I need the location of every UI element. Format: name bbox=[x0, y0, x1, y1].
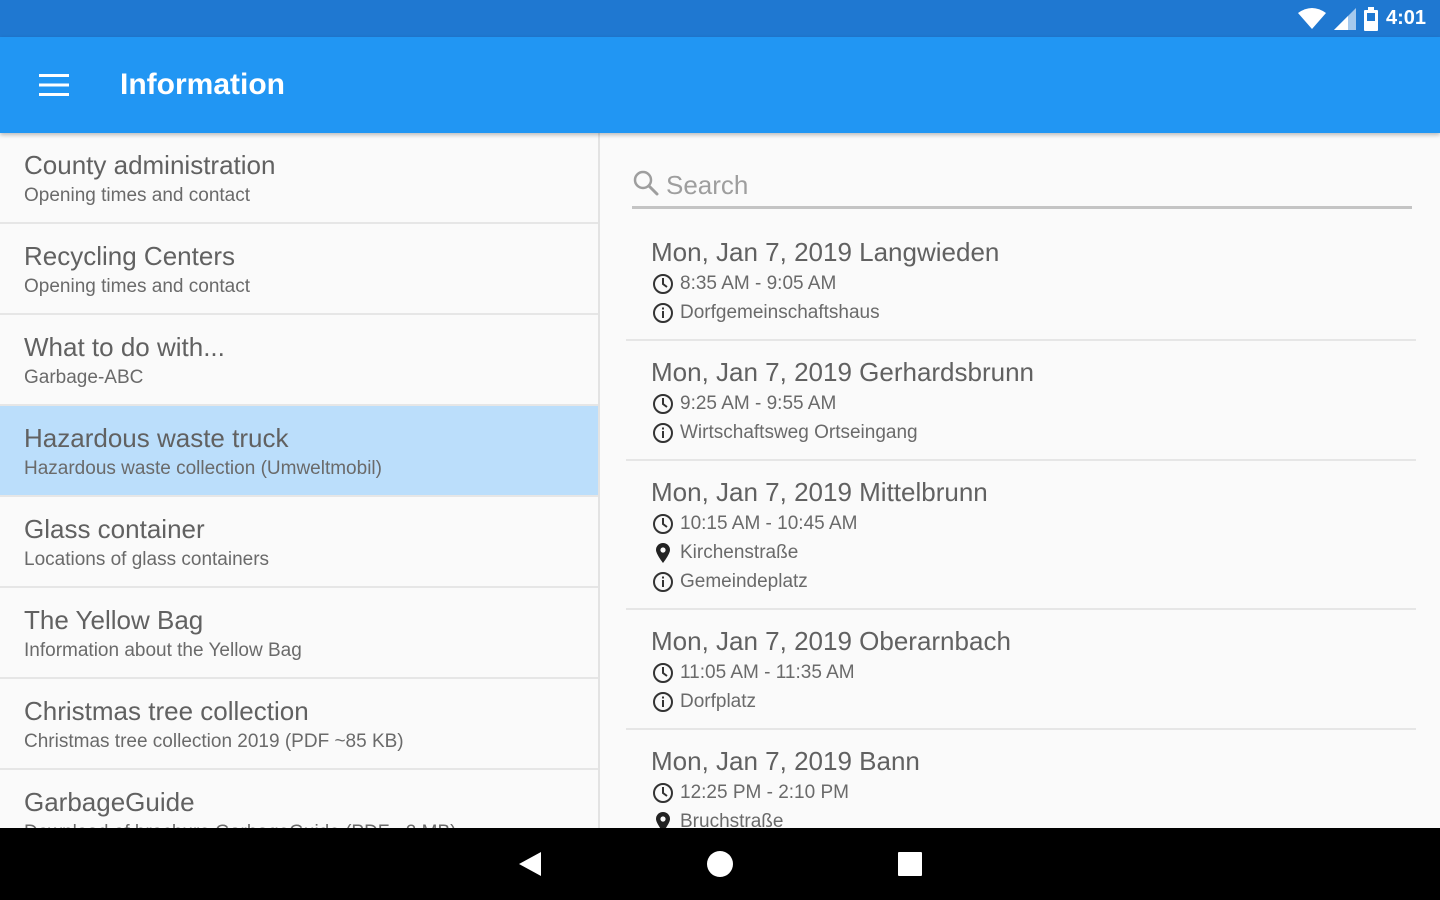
event-address-row: Kirchenstraße bbox=[651, 538, 1416, 567]
map-pin-icon bbox=[651, 541, 675, 565]
event-title: Mon, Jan 7, 2019 Langwieden bbox=[651, 237, 1000, 267]
sidebar-item-recycling-centers[interactable]: Recycling Centers Opening times and cont… bbox=[0, 224, 598, 315]
sidebar-item-title: Hazardous waste truck bbox=[24, 423, 289, 453]
wifi-icon bbox=[1297, 7, 1326, 30]
signal-icon bbox=[1333, 7, 1356, 30]
event-time-row: 10:15 AM - 10:45 AM bbox=[651, 509, 1416, 538]
event-title: Mon, Jan 7, 2019 Oberarnbach bbox=[651, 626, 1011, 656]
sidebar-item-yellow-bag[interactable]: The Yellow Bag Information about the Yel… bbox=[0, 588, 598, 679]
search-input[interactable] bbox=[666, 170, 1366, 201]
sidebar-item-title: The Yellow Bag bbox=[24, 605, 204, 635]
event-info-row: Dorfgemeinschaftshaus bbox=[651, 298, 1416, 327]
clock-icon bbox=[651, 781, 675, 805]
event-time-row: 11:05 AM - 11:35 AM bbox=[651, 658, 1416, 687]
event-address-row: Bruchstraße bbox=[651, 807, 1416, 828]
system-navigation-bar bbox=[0, 828, 1440, 900]
event-time: 10:15 AM - 10:45 AM bbox=[680, 513, 858, 534]
event-time: 11:05 AM - 11:35 AM bbox=[680, 662, 855, 683]
sidebar-item-subtitle: Information about the Yellow Bag bbox=[24, 640, 302, 661]
event-info: Dorfgemeinschaftshaus bbox=[680, 302, 880, 323]
event-title: Mon, Jan 7, 2019 Bann bbox=[651, 746, 920, 776]
status-bar: 4:01 bbox=[0, 0, 1440, 37]
event-time: 12:25 PM - 2:10 PM bbox=[680, 782, 849, 803]
sidebar-item-county-administration[interactable]: County administration Opening times and … bbox=[0, 133, 598, 224]
event-info-row: Dorfplatz bbox=[651, 687, 1416, 716]
info-icon bbox=[651, 570, 675, 594]
hamburger-menu-icon[interactable] bbox=[0, 37, 108, 133]
sidebar-item-hazardous-waste-truck[interactable]: Hazardous waste truck Hazardous waste co… bbox=[0, 406, 598, 497]
clock-icon bbox=[651, 512, 675, 536]
event-list: Mon, Jan 7, 2019 Langwieden 8:35 AM - 9:… bbox=[626, 221, 1416, 828]
sidebar-item-title: County administration bbox=[24, 150, 276, 180]
sidebar-item-subtitle: Garbage-ABC bbox=[24, 367, 144, 388]
clock-icon bbox=[651, 272, 675, 296]
event-time-row: 9:25 AM - 9:55 AM bbox=[651, 389, 1416, 418]
battery-icon bbox=[1363, 6, 1378, 31]
event-time: 8:35 AM - 9:05 AM bbox=[680, 273, 837, 294]
event-item[interactable]: Mon, Jan 7, 2019 Mittelbrunn 10:15 AM - … bbox=[626, 461, 1416, 610]
event-time-row: 8:35 AM - 9:05 AM bbox=[651, 269, 1416, 298]
recents-icon[interactable] bbox=[885, 839, 935, 889]
sidebar-item-glass-container[interactable]: Glass container Locations of glass conta… bbox=[0, 497, 598, 588]
sidebar-item-garbageguide[interactable]: GarbageGuide Download of brochure Garbag… bbox=[0, 770, 598, 828]
event-title: Mon, Jan 7, 2019 Gerhardsbrunn bbox=[651, 357, 1035, 387]
page-title: Information bbox=[120, 68, 285, 101]
sidebar: County administration Opening times and … bbox=[0, 133, 600, 828]
clock-icon bbox=[651, 392, 675, 416]
sidebar-item-subtitle: Download of brochure GarbageGuide (PDF ~… bbox=[24, 818, 574, 828]
info-icon bbox=[651, 690, 675, 714]
sidebar-item-title: Recycling Centers bbox=[24, 241, 235, 271]
info-icon bbox=[651, 301, 675, 325]
event-address: Bruchstraße bbox=[680, 811, 784, 828]
home-icon[interactable] bbox=[695, 839, 745, 889]
event-info: Dorfplatz bbox=[680, 691, 757, 712]
event-item[interactable]: Mon, Jan 7, 2019 Oberarnbach 11:05 AM - … bbox=[626, 610, 1416, 730]
event-info: Wirtschaftsweg Ortseingang bbox=[680, 422, 918, 443]
sidebar-item-subtitle: Opening times and contact bbox=[24, 185, 251, 206]
event-title: Mon, Jan 7, 2019 Mittelbrunn bbox=[651, 477, 988, 507]
search-bar bbox=[632, 165, 1412, 209]
sidebar-item-christmas-tree-collection[interactable]: Christmas tree collection Christmas tree… bbox=[0, 679, 598, 770]
sidebar-item-title: GarbageGuide bbox=[24, 787, 195, 817]
sidebar-item-title: What to do with... bbox=[24, 332, 225, 362]
event-info-row: Wirtschaftsweg Ortseingang bbox=[651, 418, 1416, 447]
event-item[interactable]: Mon, Jan 7, 2019 Langwieden 8:35 AM - 9:… bbox=[626, 221, 1416, 341]
event-info: Gemeindeplatz bbox=[680, 571, 808, 592]
event-info-row: Gemeindeplatz bbox=[651, 567, 1416, 596]
status-time: 4:01 bbox=[1385, 7, 1426, 29]
sidebar-item-what-to-do-with[interactable]: What to do with... Garbage-ABC bbox=[0, 315, 598, 406]
sidebar-item-title: Christmas tree collection bbox=[24, 696, 309, 726]
map-pin-icon bbox=[651, 810, 675, 828]
event-item[interactable]: Mon, Jan 7, 2019 Bann 12:25 PM - 2:10 PM… bbox=[626, 730, 1416, 828]
sidebar-item-subtitle: Hazardous waste collection (Umweltmobil) bbox=[24, 458, 382, 479]
sidebar-item-subtitle: Christmas tree collection 2019 (PDF ~85 … bbox=[24, 731, 404, 752]
event-item[interactable]: Mon, Jan 7, 2019 Gerhardsbrunn 9:25 AM -… bbox=[626, 341, 1416, 461]
search-icon bbox=[632, 169, 660, 202]
sidebar-item-subtitle: Opening times and contact bbox=[24, 276, 251, 297]
event-address: Kirchenstraße bbox=[680, 542, 799, 563]
clock-icon bbox=[651, 661, 675, 685]
event-time: 9:25 AM - 9:55 AM bbox=[680, 393, 837, 414]
event-list-pane: Mon, Jan 7, 2019 Langwieden 8:35 AM - 9:… bbox=[602, 133, 1440, 828]
app-bar: Information bbox=[0, 37, 1440, 133]
sidebar-item-subtitle: Locations of glass containers bbox=[24, 549, 270, 570]
back-icon[interactable] bbox=[505, 839, 555, 889]
info-icon bbox=[651, 421, 675, 445]
event-time-row: 12:25 PM - 2:10 PM bbox=[651, 778, 1416, 807]
sidebar-item-title: Glass container bbox=[24, 514, 205, 544]
